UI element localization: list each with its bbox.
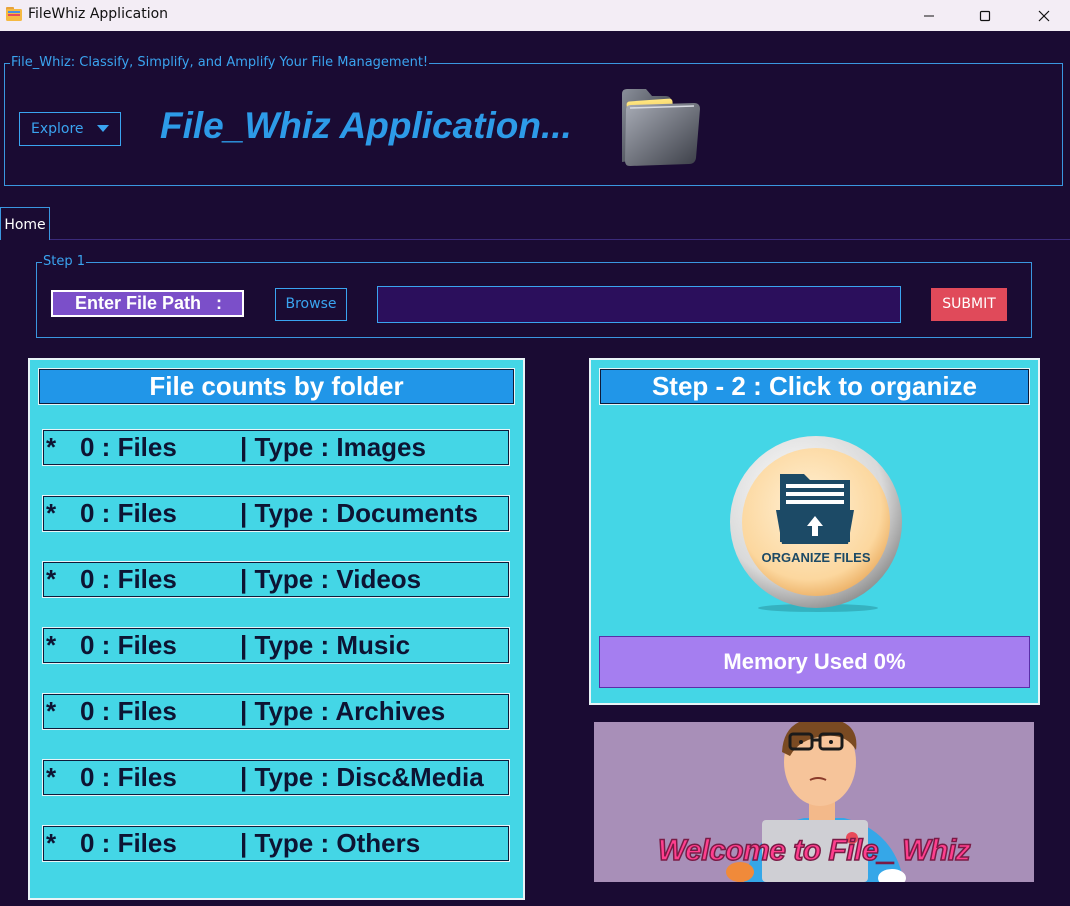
folder-icon [622,89,700,166]
folder-app-icon [6,7,22,21]
row-type: | Type : Images [240,432,426,462]
window-title: FileWhiz Application [28,6,169,22]
tab-home[interactable]: Home [0,207,50,240]
submit-button[interactable]: SUBMIT [931,288,1007,321]
organize-files-text: ORGANIZE FILES [761,550,870,565]
count-row-videos: * 0 : Files | Type : Videos [42,561,510,598]
row-bullet: * [46,696,57,726]
close-icon [1038,10,1050,21]
row-type: | Type : Others [240,828,421,858]
organize-files-button[interactable]: ORGANIZE FILES [728,436,904,612]
row-count: 0 : Files [80,762,177,792]
explore-dropdown[interactable]: Explore [19,112,121,146]
row-count: 0 : Files [80,564,177,594]
file-counts-title: File counts by folder [38,368,515,405]
row-count: 0 : Files [80,498,177,528]
step1-legend: Step 1 [42,254,87,270]
row-count: 0 : Files [80,828,177,858]
row-bullet: * [46,432,57,462]
maximize-icon [979,10,991,21]
close-button[interactable] [1021,0,1067,31]
welcome-animation: Welcome to File_ Whiz [594,722,1034,882]
row-count: 0 : Files [80,432,177,462]
file-path-label: Enter File Path : [51,290,244,317]
memory-used-bar: Memory Used 0% [599,636,1030,688]
welcome-text: Welcome to File_ Whiz [657,833,971,868]
file-path-input[interactable] [377,286,901,323]
count-row-others: * 0 : Files | Type : Others [42,825,510,862]
step2-title: Step - 2 : Click to organize [599,368,1030,405]
window-titlebar: FileWhiz Application [0,0,1070,31]
count-row-disc-media: * 0 : Files | Type : Disc&Media [42,759,510,796]
maximize-button[interactable] [962,0,1008,31]
row-bullet: * [46,828,57,858]
row-bullet: * [46,564,57,594]
count-row-images: * 0 : Files | Type : Images [42,429,510,466]
count-row-archives: * 0 : Files | Type : Archives [42,693,510,730]
header-legend: File_Whiz: Classify, Simplify, and Ampli… [10,55,430,71]
count-row-music: * 0 : Files | Type : Music [42,627,510,664]
row-type: | Type : Documents [240,498,478,528]
row-type: | Type : Videos [240,564,422,594]
browse-button[interactable]: Browse [275,288,347,321]
row-type: | Type : Music [240,630,411,660]
chevron-down-icon [97,125,109,132]
minimize-button[interactable] [906,0,952,31]
row-type: | Type : Disc&Media [240,762,484,792]
page-title: File_Whiz Application... [160,105,572,146]
row-type: | Type : Archives [240,696,446,726]
row-bullet: * [46,498,57,528]
count-row-documents: * 0 : Files | Type : Documents [42,495,510,532]
row-count: 0 : Files [80,630,177,660]
minimize-icon [924,15,934,16]
explore-label: Explore [31,121,84,137]
row-bullet: * [46,630,57,660]
tab-divider [50,239,1070,240]
row-bullet: * [46,762,57,792]
row-count: 0 : Files [80,696,177,726]
